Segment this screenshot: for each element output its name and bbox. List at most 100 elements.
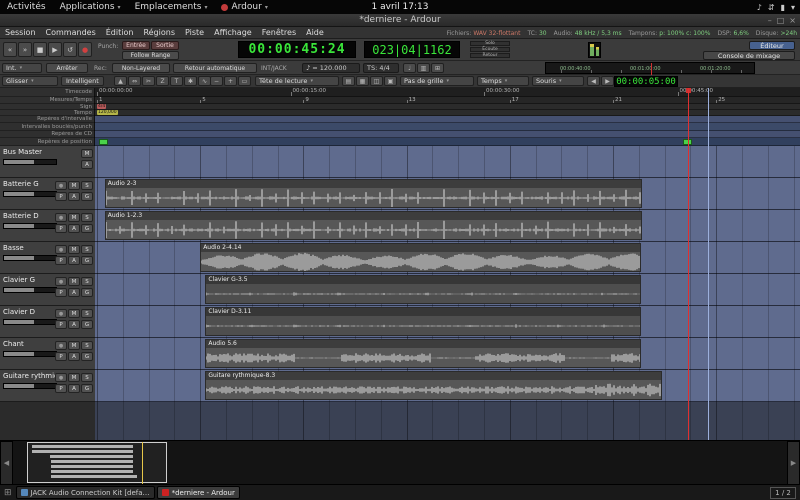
track-header[interactable]: Batterie D●MSPAG [0, 210, 95, 242]
loop-button[interactable]: ↺ [63, 42, 77, 57]
menu-item[interactable]: Affichage [209, 27, 257, 39]
layered-icon[interactable]: ▥ [417, 63, 430, 73]
track-m-button[interactable]: M [68, 213, 80, 222]
time-signature-display[interactable]: TS: 4/4 [363, 63, 399, 73]
record-arm-button[interactable]: ● [55, 277, 67, 286]
region[interactable]: Audio 2-4.14 [200, 243, 641, 272]
grid-mode-combo[interactable]: Pas de grille▾ [400, 76, 474, 86]
track-p-button[interactable]: P [55, 224, 67, 233]
punch-in-button[interactable]: Entrée [122, 41, 150, 50]
ruler-row[interactable]: 00:00:00:0000:00:15:0000:00:30:0000:00:4… [95, 88, 800, 97]
menu-item[interactable]: Fenêtres [257, 27, 301, 39]
track-s-button[interactable]: S [81, 245, 93, 254]
record-arm-button[interactable]: ● [55, 309, 67, 318]
region[interactable]: Clavier D-3.11 [205, 307, 641, 336]
meter-marker[interactable]: 4/4 [97, 104, 106, 109]
play-button[interactable]: ▶ [48, 42, 62, 57]
track-m-button[interactable]: M [68, 277, 80, 286]
maximize-icon[interactable]: □ [777, 14, 785, 27]
summary-view-rectangle[interactable] [27, 442, 167, 483]
ruler-toggle-icon[interactable]: ▦ [356, 76, 369, 86]
stretch-tool-icon[interactable]: T [170, 76, 183, 86]
track-s-button[interactable]: S [81, 181, 93, 190]
track-a-button[interactable]: A [68, 384, 80, 393]
track-p-button[interactable]: P [55, 256, 67, 265]
summary-scroll-right-button[interactable]: ▶ [787, 441, 800, 484]
taskbar-window[interactable]: *derniere - Ardour [157, 486, 240, 499]
applications-menu[interactable]: Applications▾ [53, 0, 128, 14]
edit-point-combo[interactable]: Souris▾ [532, 76, 584, 86]
window-titlebar[interactable]: *derniere - Ardour – □ × [0, 14, 800, 27]
track-p-button[interactable]: P [55, 352, 67, 361]
track-g-button[interactable]: G [81, 224, 93, 233]
track-p-button[interactable]: P [55, 384, 67, 393]
track-p-button[interactable]: P [55, 320, 67, 329]
menu-item[interactable]: Aide [301, 27, 329, 39]
editor-canvas[interactable]: Audio 2-3 Audio 1-2.3 Audio 2-4.14 Clavier … [95, 146, 800, 440]
window-list-icon[interactable]: ⊞ [4, 488, 12, 498]
track-fader[interactable] [3, 351, 57, 357]
region[interactable]: Clavier G-3.5 [205, 275, 641, 304]
monitor-indicator[interactable]: Écoute [470, 47, 510, 52]
track-g-button[interactable]: G [81, 352, 93, 361]
activities-button[interactable]: Activités [0, 0, 53, 14]
track-m-button[interactable]: M [68, 181, 80, 190]
record-arm-button[interactable]: ● [55, 373, 67, 382]
track-g-button[interactable]: G [81, 288, 93, 297]
system-tray[interactable]: ♪⇵▮▾ [757, 0, 795, 14]
grid-unit-combo[interactable]: Temps▾ [477, 76, 529, 86]
track-p-button[interactable]: P [55, 288, 67, 297]
track-a-button[interactable]: A [68, 288, 80, 297]
track-header[interactable]: Clavier G●MSPAG [0, 274, 95, 306]
desktop-clock[interactable]: 1 avril 17:13 [372, 2, 429, 12]
track-s-button[interactable]: S [81, 277, 93, 286]
nudge-right-button[interactable]: ▶ [601, 76, 614, 86]
shuttle-button[interactable]: Arrêter [46, 63, 88, 73]
track-g-button[interactable]: G [81, 192, 93, 201]
region[interactable]: Guitare rythmique-8.3 [205, 371, 662, 400]
metronome-icon[interactable]: ♩ [403, 63, 416, 73]
track-fader[interactable] [3, 255, 57, 261]
track-header[interactable]: Bus MasterMA [0, 146, 95, 178]
editor-button[interactable]: Éditeur [749, 41, 795, 50]
track-fader[interactable] [3, 287, 57, 293]
zoom-out-button[interactable]: − [210, 76, 223, 86]
minimize-icon[interactable]: – [768, 14, 772, 27]
track-s-button[interactable]: S [81, 373, 93, 382]
track-fader[interactable] [3, 319, 57, 325]
workspace-indicator[interactable]: 1 / 2 [770, 487, 796, 499]
track-fader[interactable] [3, 223, 57, 229]
menu-item[interactable]: Session [0, 27, 41, 39]
track-header[interactable]: Clavier D●MSPAG [0, 306, 95, 338]
app-menu[interactable]: Ardour▾ [214, 0, 274, 14]
region[interactable]: Audio 1-2.3 [105, 211, 642, 240]
track-m-button[interactable]: M [68, 373, 80, 382]
secondary-clock[interactable]: 023|04|1162 [364, 41, 460, 58]
options-icon[interactable]: ⊞ [431, 63, 444, 73]
track-m-button[interactable]: M [68, 245, 80, 254]
track-m-button[interactable]: M [68, 341, 80, 350]
region[interactable]: Audio 2-3 [105, 179, 642, 208]
track-a-button[interactable]: A [68, 192, 80, 201]
volume-icon[interactable]: ♪ [757, 3, 762, 12]
mixer-button[interactable]: Console de mixage [703, 51, 795, 60]
track-p-button[interactable]: P [55, 192, 67, 201]
record-arm-button[interactable]: ● [55, 245, 67, 254]
track-a-button[interactable]: A [81, 160, 93, 169]
session-summary[interactable]: ◀ ▶ [0, 440, 800, 484]
track-a-button[interactable]: A [68, 256, 80, 265]
mini-timeline[interactable]: 00:00:40:0000:01:00:0000:01:20:00 [545, 62, 755, 74]
track-m-button[interactable]: M [68, 309, 80, 318]
menu-item[interactable]: Commandes [41, 27, 101, 39]
record-arm-button[interactable]: ● [55, 341, 67, 350]
auto-return-button[interactable]: Retour automatique [173, 63, 257, 73]
track-s-button[interactable]: S [81, 213, 93, 222]
ruler-row[interactable] [95, 123, 800, 131]
menu-item[interactable]: Régions [138, 27, 180, 39]
goto-start-button[interactable]: « [3, 42, 17, 57]
follow-range-button[interactable]: Follow Range [122, 51, 179, 60]
cut-tool-icon[interactable]: ✂ [142, 76, 155, 86]
zoom-tool-icon[interactable]: Z [156, 76, 169, 86]
ruler-toggle-icon[interactable]: ▣ [384, 76, 397, 86]
close-icon[interactable]: × [789, 14, 796, 27]
